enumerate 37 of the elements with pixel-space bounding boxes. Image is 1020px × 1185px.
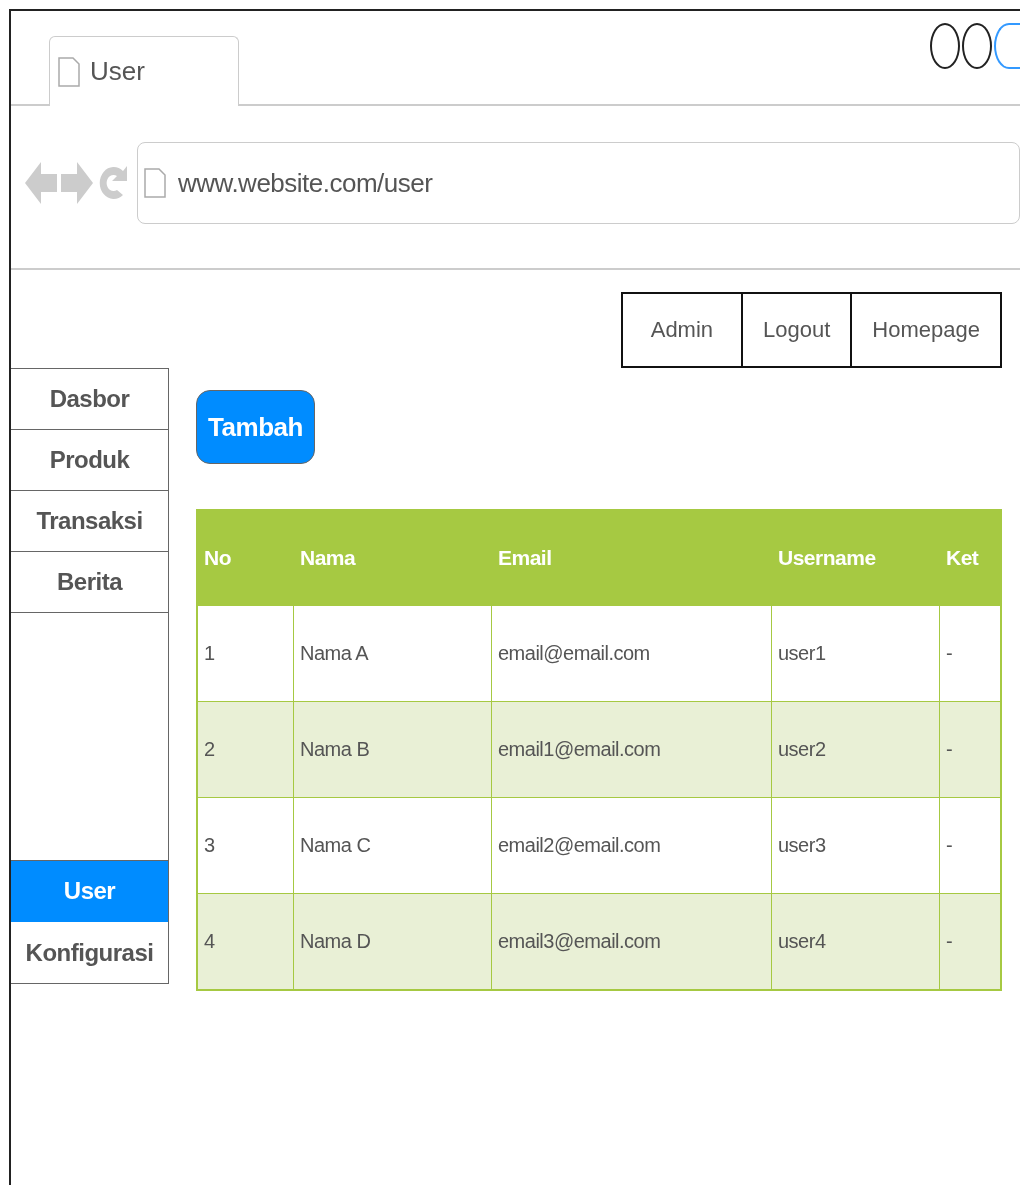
table-cell: email1@email.com xyxy=(491,701,772,798)
table-cell: 4 xyxy=(197,893,294,990)
nav-link[interactable]: Logout xyxy=(741,294,851,366)
browser-tab[interactable]: User xyxy=(49,36,239,106)
column-header: Email xyxy=(491,510,772,606)
table-cell: user2 xyxy=(771,701,940,798)
sidebar-item[interactable]: Dasbor xyxy=(11,369,168,430)
table-cell: 1 xyxy=(197,605,294,702)
table-cell: email3@email.com xyxy=(491,893,772,990)
table-cell: user4 xyxy=(771,893,940,990)
table-cell: 3 xyxy=(197,797,294,894)
column-header: Ket xyxy=(939,510,1001,606)
sidebar-item[interactable]: Transaksi xyxy=(11,491,168,552)
table-cell: email2@email.com xyxy=(491,797,772,894)
sidebar-item[interactable]: Berita xyxy=(11,552,168,613)
table-cell: - xyxy=(939,701,1001,798)
sidebar-item[interactable]: Produk xyxy=(11,430,168,491)
table-cell: user3 xyxy=(771,797,940,894)
table-cell: Nama A xyxy=(293,605,492,702)
table-cell: - xyxy=(939,893,1001,990)
table-cell: Nama C xyxy=(293,797,492,894)
table-cell: Nama B xyxy=(293,701,492,798)
page-icon xyxy=(58,56,80,87)
column-header: Username xyxy=(771,510,940,606)
table-cell: email@email.com xyxy=(491,605,772,702)
sidebar-item[interactable]: Konfigurasi xyxy=(11,922,168,983)
nav-link[interactable]: Homepage xyxy=(850,294,1000,366)
column-header: No xyxy=(197,510,294,606)
window-control-icon[interactable] xyxy=(962,23,992,69)
window-control-icon[interactable] xyxy=(930,23,960,69)
nav-link[interactable]: Admin xyxy=(622,294,742,366)
table-cell: user1 xyxy=(771,605,940,702)
column-header: Nama xyxy=(293,510,492,606)
table-cell: Nama D xyxy=(293,893,492,990)
table-cell: 2 xyxy=(197,701,294,798)
address-bar[interactable]: www.website.com/user xyxy=(137,142,1020,224)
page-icon xyxy=(144,168,166,198)
